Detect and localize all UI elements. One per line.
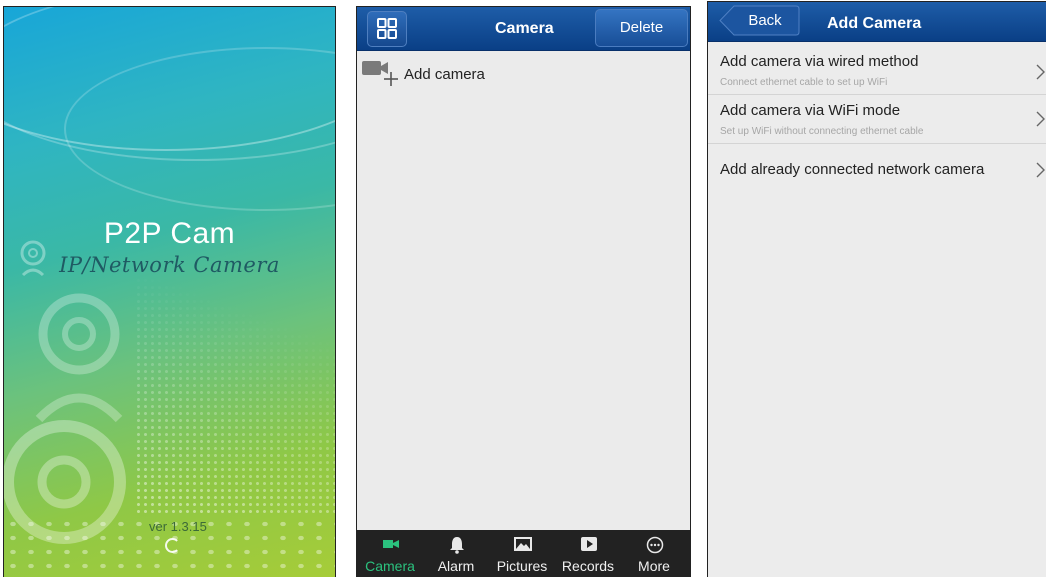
tab-label: Pictures xyxy=(496,558,548,574)
tab-label: Records xyxy=(561,558,615,574)
option-title: Add already connected network camera xyxy=(720,161,985,178)
tab-pictures[interactable]: Pictures xyxy=(489,530,555,577)
add-camera-row[interactable]: Add camera xyxy=(357,55,690,93)
add-camera-screen: Back Add Camera Add camera via wired met… xyxy=(707,1,1046,577)
chevron-right-icon xyxy=(1036,111,1045,127)
chevron-right-icon xyxy=(1036,64,1045,80)
option-connected-camera[interactable]: Add already connected network camera xyxy=(708,144,1046,194)
camera-list-screen: Camera Delete Add camera Camera Alarm Pi… xyxy=(356,6,691,577)
tab-camera[interactable]: Camera xyxy=(357,530,423,577)
option-wifi-mode[interactable]: Add camera via WiFi mode Set up WiFi wit… xyxy=(708,95,1046,144)
tab-more[interactable]: More xyxy=(621,530,690,577)
top-navigation-bar: Camera Delete xyxy=(357,7,690,51)
page-title: Add Camera xyxy=(827,15,922,32)
bottom-tab-bar: Camera Alarm Pictures Records More xyxy=(357,530,690,577)
grid-view-button[interactable] xyxy=(367,11,407,47)
app-title: P2P Cam xyxy=(103,217,236,250)
more-icon xyxy=(646,536,664,554)
bell-icon xyxy=(450,537,464,554)
tab-label: Camera xyxy=(365,558,415,574)
version-label: ver 1.3.15 xyxy=(149,519,207,534)
option-wired-method[interactable]: Add camera via wired method Connect ethe… xyxy=(708,44,1046,95)
play-icon xyxy=(581,537,597,551)
splash-screen: P2P Cam IP/Network Camera ver 1.3.15 xyxy=(3,6,336,577)
app-subtitle: IP/Network Camera xyxy=(59,253,280,277)
grid-icon xyxy=(377,18,397,39)
option-subtitle: Connect ethernet cable to set up WiFi xyxy=(720,77,888,88)
tab-label: More xyxy=(638,558,670,574)
delete-button[interactable]: Delete xyxy=(595,9,688,47)
tab-alarm[interactable]: Alarm xyxy=(423,530,489,577)
option-title: Add camera via WiFi mode xyxy=(720,102,901,119)
add-camera-label: Add camera xyxy=(404,66,485,83)
tab-label: Alarm xyxy=(437,558,475,574)
chevron-right-icon xyxy=(1036,162,1045,178)
back-label: Back xyxy=(748,12,782,29)
decorative-camera-icon xyxy=(4,420,126,544)
back-button[interactable]: Back xyxy=(718,5,800,36)
page-title: Camera xyxy=(495,20,554,37)
loading-spinner-icon xyxy=(165,538,180,553)
video-camera-icon xyxy=(383,540,399,548)
option-subtitle: Set up WiFi without connecting ethernet … xyxy=(720,126,924,137)
picture-icon xyxy=(514,537,532,551)
decorative-dot-pattern xyxy=(135,277,335,517)
top-navigation-bar: Back Add Camera xyxy=(708,2,1046,42)
option-title: Add camera via wired method xyxy=(720,53,919,70)
video-camera-plus-icon xyxy=(362,61,398,86)
tab-records[interactable]: Records xyxy=(555,530,621,577)
